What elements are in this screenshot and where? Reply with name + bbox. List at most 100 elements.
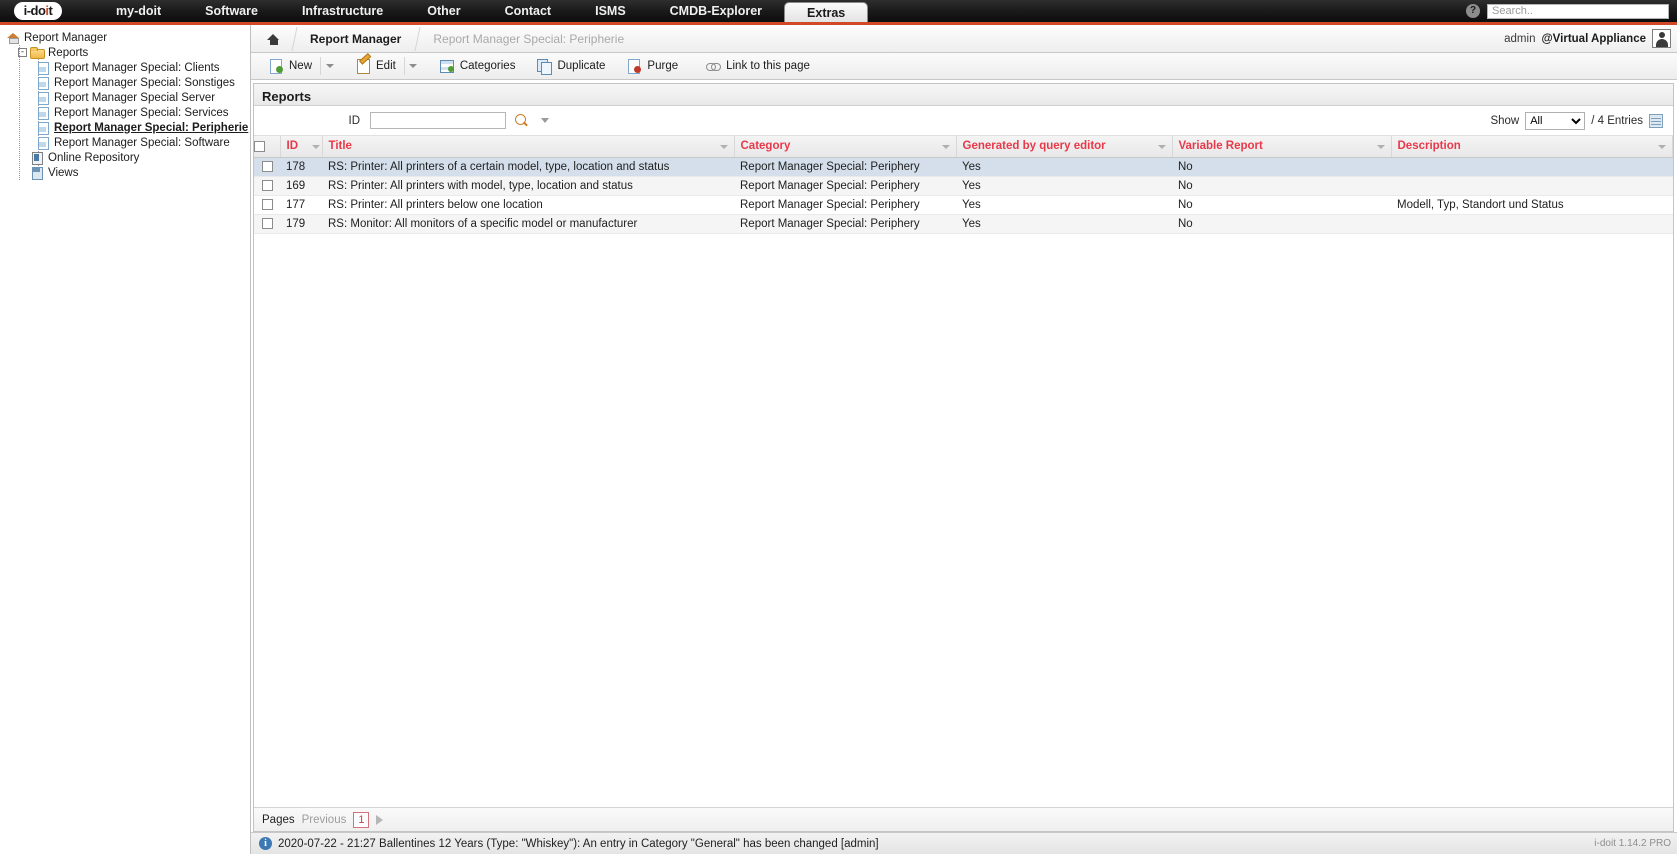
categories-button-label: Categories	[459, 60, 516, 72]
column-header-title[interactable]: Title	[322, 136, 735, 158]
row-checkbox[interactable]	[261, 217, 273, 229]
search-icon[interactable]	[515, 113, 529, 128]
edit-icon	[356, 59, 371, 74]
tree-node-label: Views	[48, 166, 79, 179]
cell-category: Report Manager Special: Periphery	[734, 157, 956, 177]
app-logo[interactable]: i-doit	[4, 0, 72, 22]
avatar-icon[interactable]	[1652, 29, 1671, 48]
chevron-down-icon	[409, 64, 418, 68]
chevron-down-icon[interactable]	[541, 118, 549, 123]
tree-node-reports[interactable]: - Reports	[6, 45, 250, 60]
table-row[interactable]: 169 RS: Printer: All printers with model…	[254, 176, 1673, 196]
tree-node-report-manager[interactable]: Report Manager	[6, 30, 250, 45]
edit-button-label: Edit	[376, 60, 396, 72]
edit-button[interactable]: Edit	[348, 57, 404, 75]
cell-generated: Yes	[956, 195, 1172, 215]
nav-item-my-doit[interactable]: my-doit	[94, 0, 183, 22]
sort-indicator-icon	[1157, 145, 1166, 149]
tree-node-rms-clients[interactable]: Report Manager Special: Clients	[6, 60, 250, 75]
row-select-cell[interactable]	[254, 176, 280, 196]
nav-item-isms[interactable]: ISMS	[573, 0, 648, 22]
reports-table: ID Title Category Generated by query edi…	[254, 136, 1673, 234]
new-icon	[269, 59, 284, 74]
table-row[interactable]: 179 RS: Monitor: All monitors of a speci…	[254, 214, 1673, 234]
cell-description	[1391, 157, 1673, 177]
column-header-generated-by-query-editor[interactable]: Generated by query editor	[956, 136, 1173, 158]
column-label: ID	[286, 140, 299, 153]
global-search-input[interactable]	[1487, 3, 1669, 19]
edit-dropdown-toggle[interactable]	[403, 57, 422, 75]
breadcrumb-bar: Report Manager Report Manager Special: P…	[251, 25, 1677, 53]
home-icon	[6, 31, 20, 44]
tree-node-rms-server[interactable]: Report Manager Special Server	[6, 90, 250, 105]
cell-generated: Yes	[956, 176, 1172, 196]
sort-indicator-icon	[1658, 145, 1666, 149]
breadcrumb-home-button[interactable]	[253, 25, 294, 53]
nav-item-other[interactable]: Other	[405, 0, 482, 22]
action-toolbar: New Edit Categories Duplicate Purge Link…	[251, 53, 1677, 80]
cell-category: Report Manager Special: Periphery	[734, 176, 956, 196]
cell-variable: No	[1172, 195, 1391, 215]
filter-id-input[interactable]	[370, 112, 506, 129]
show-entries-select[interactable]: All 10 25 50 100	[1525, 111, 1586, 130]
new-button[interactable]: New	[261, 57, 320, 75]
select-all-column[interactable]	[254, 136, 281, 158]
column-label: Generated by query editor	[962, 140, 1106, 153]
nav-item-software[interactable]: Software	[183, 0, 280, 22]
duplicate-icon	[537, 59, 553, 75]
previous-page-link[interactable]: Previous	[302, 814, 347, 826]
table-row[interactable]: 177 RS: Printer: All printers below one …	[254, 195, 1673, 215]
breadcrumb-item-report-manager[interactable]: Report Manager	[294, 25, 417, 53]
user-info-group: admin @Virtual Appliance	[1504, 29, 1677, 48]
nav-item-infrastructure[interactable]: Infrastructure	[280, 0, 405, 22]
tree-node-rms-peripherie[interactable]: Report Manager Special: Peripherie	[6, 120, 250, 135]
tree-node-online-repository[interactable]: Online Repository	[6, 150, 250, 165]
new-dropdown-toggle[interactable]	[320, 57, 338, 75]
nav-item-cmdb-explorer[interactable]: CMDB-Explorer	[648, 0, 784, 22]
row-checkbox[interactable]	[261, 198, 273, 210]
nav-item-extras[interactable]: Extras	[784, 2, 869, 22]
purge-icon	[627, 59, 642, 74]
column-header-description[interactable]: Description	[1391, 136, 1673, 158]
row-select-cell[interactable]	[254, 195, 280, 215]
column-label: Variable Report	[1178, 140, 1263, 153]
sort-indicator-icon	[941, 145, 950, 149]
help-icon[interactable]: ?	[1466, 4, 1480, 18]
home-icon	[267, 33, 280, 45]
tree-node-label: Online Repository	[48, 151, 140, 164]
column-label: Description	[1397, 140, 1461, 153]
row-select-cell[interactable]	[254, 214, 280, 234]
document-icon	[36, 76, 50, 90]
show-entries-group: Show All 10 25 50 100 / 4 Entries	[1490, 111, 1667, 130]
link-to-page-button[interactable]: Link to this page	[698, 57, 818, 75]
filter-bar: ID Show All 10 25 50 100 / 4 Entries	[254, 106, 1673, 136]
column-header-variable-report[interactable]: Variable Report	[1172, 136, 1392, 158]
tree-node-rms-services[interactable]: Report Manager Special: Services	[6, 105, 250, 120]
purge-button[interactable]: Purge	[619, 57, 686, 75]
tree-node-label: Reports	[48, 46, 89, 59]
entries-count-label: / 4 Entries	[1591, 114, 1643, 127]
main-content-area: Report Manager Report Manager Special: P…	[250, 25, 1677, 854]
row-checkbox[interactable]	[261, 160, 273, 172]
grid-icon[interactable]	[1649, 113, 1663, 128]
row-checkbox[interactable]	[261, 179, 273, 191]
breadcrumb-item-current[interactable]: Report Manager Special: Peripherie	[417, 25, 640, 53]
table-row[interactable]: 178 RS: Printer: All printers of a certa…	[254, 157, 1673, 177]
tree-node-rms-sonstiges[interactable]: Report Manager Special: Sonstiges	[6, 75, 250, 90]
cell-description: Modell, Typ, Standort und Status	[1391, 195, 1673, 215]
document-icon	[36, 91, 50, 105]
select-all-checkbox[interactable]	[254, 140, 265, 152]
categories-button[interactable]: Categories	[432, 57, 524, 75]
nav-item-contact[interactable]: Contact	[483, 0, 574, 22]
next-arrow-icon[interactable]	[376, 814, 384, 825]
tree-node-views[interactable]: Views	[6, 165, 250, 180]
column-header-id[interactable]: ID	[280, 136, 323, 158]
cell-id: 177	[280, 195, 322, 215]
categories-icon	[439, 59, 455, 73]
page-number-1[interactable]: 1	[353, 811, 370, 828]
duplicate-button[interactable]: Duplicate	[529, 57, 613, 75]
tree-node-rms-software[interactable]: Report Manager Special: Software	[6, 135, 250, 150]
row-select-cell[interactable]	[254, 157, 280, 177]
column-header-category[interactable]: Category	[734, 136, 957, 158]
cell-title: RS: Printer: All printers of a certain m…	[322, 157, 734, 177]
